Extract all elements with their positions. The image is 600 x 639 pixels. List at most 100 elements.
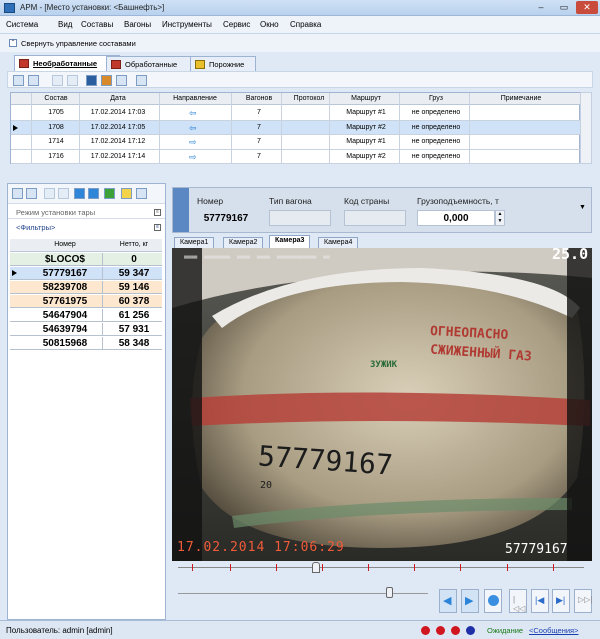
delete-icon[interactable] [58, 188, 69, 199]
tare-mode-row[interactable]: Режим установки тары ≡ [8, 205, 165, 219]
menu-spravka[interactable]: Справка [290, 20, 321, 29]
export-icon[interactable] [136, 188, 147, 199]
maximize-button[interactable]: ▭ [553, 1, 575, 14]
list-item[interactable]: 54639794 57 931 [10, 323, 162, 336]
col-route[interactable]: Маршрут [331, 95, 401, 102]
tab-unprocessed[interactable]: Необработанные [14, 55, 120, 71]
save-icon[interactable] [86, 75, 97, 86]
table-row[interactable]: 1714 17.02.2014 17:12 7 Маршрут #1 не опреде… [11, 135, 581, 150]
tab-camera1[interactable]: Камера1 [174, 237, 215, 248]
wagon-netto: 57 931 [118, 324, 150, 335]
list-icon[interactable] [28, 75, 39, 86]
frame-back-button[interactable]: |◁◁ [509, 589, 527, 613]
menu-instrumenty[interactable]: Инструменты [162, 20, 212, 29]
collapse-row[interactable]: ⌃ Свернуть управление составами [0, 34, 600, 52]
camera-timestamp: 17.02.2014 17:06:29 [177, 540, 345, 555]
grid-divider [469, 93, 470, 164]
delete-icon[interactable] [67, 75, 78, 86]
list-item[interactable]: 57761975 60 378 [10, 295, 162, 308]
col-number[interactable]: Номер [28, 241, 102, 248]
speed-slider[interactable] [386, 587, 393, 598]
timeline-tick [368, 564, 369, 571]
gruz-field[interactable]: 0,000 [417, 210, 495, 226]
tab-processed[interactable]: Обработанные [106, 56, 194, 71]
col-date[interactable]: Дата [83, 95, 153, 102]
menu-sostavy[interactable]: Составы [81, 20, 113, 29]
tab-camera3[interactable]: Камера3 [269, 235, 311, 248]
lightbulb-icon[interactable] [121, 188, 132, 199]
tab-empty-label: Порожние [209, 60, 245, 69]
pin-icon[interactable]: ≡ [154, 224, 161, 231]
checkmark-icon[interactable] [104, 188, 115, 199]
check-icon[interactable] [44, 188, 55, 199]
col-netto[interactable]: Нетто, кг [106, 241, 162, 248]
play-button[interactable] [484, 589, 502, 613]
list-item[interactable]: $LOCO$ 0 [10, 253, 162, 266]
window-icon[interactable] [116, 75, 127, 86]
kod-field[interactable] [344, 210, 406, 226]
prev-button[interactable]: ◀ [439, 589, 457, 613]
table-row[interactable]: 1705 17.02.2014 17:03 7 Маршрут #1 не опреде… [11, 106, 581, 121]
timeline-slider[interactable] [312, 562, 320, 573]
cell-sostav: 1705 [48, 109, 64, 116]
minimize-button[interactable]: – [530, 1, 552, 14]
skip-forward-button[interactable]: ▶| [552, 589, 570, 613]
col-wagons[interactable]: Вагонов [233, 95, 285, 102]
cell-divider [102, 253, 103, 266]
arrow-left-icon: ⇦ [189, 108, 197, 118]
arrow-right-icon: ⇨ [189, 151, 197, 162]
list-item[interactable]: 50815968 58 348 [10, 337, 162, 350]
cell-cargo: не определено [411, 123, 461, 131]
menu-servis[interactable]: Сервис [223, 20, 250, 29]
tab-camera2[interactable]: Камера2 [223, 237, 264, 248]
col-cargo[interactable]: Груз [401, 95, 471, 102]
list-item[interactable]: 57779167 59 347 [10, 267, 162, 280]
col-direction[interactable]: Направление [161, 95, 229, 102]
tab-empty[interactable]: Порожние [190, 56, 256, 71]
col-protocol[interactable]: Протокол [283, 95, 335, 102]
menu-okno[interactable]: Окно [260, 20, 279, 29]
menu-sistema[interactable]: Система [6, 20, 38, 29]
col-note[interactable]: Примечание [471, 95, 571, 102]
gruz-spinner[interactable]: ▲ ▼ [495, 210, 505, 226]
table-row[interactable]: 1708 17.02.2014 17:05 7 Маршрут #2 не опреде… [11, 120, 581, 135]
trains-table: Состав Дата Направление Вагонов Протокол… [10, 92, 581, 164]
next-button[interactable]: ▶ [461, 589, 479, 613]
messages-link[interactable]: <Сообщения> [529, 626, 578, 635]
tools-icon[interactable] [101, 75, 112, 86]
chevron-down-icon[interactable]: ▼ [579, 204, 586, 211]
edit-icon[interactable] [13, 75, 24, 86]
list-item[interactable]: 58239708 59 146 [10, 281, 162, 294]
table-row[interactable]: 1716 17.02.2014 17:14 7 Маршрут #2 не опреде… [11, 150, 581, 164]
arrow-down-icon[interactable] [88, 188, 99, 199]
grid-divider [79, 93, 80, 164]
filters-row[interactable]: <Фильтры> ≡ [8, 220, 165, 235]
menu-vagony[interactable]: Вагоны [124, 20, 151, 29]
wagon-number: 50815968 [42, 338, 88, 349]
menu-bar: Система Вид Составы Вагоны Инструменты С… [0, 16, 600, 34]
menu-vid[interactable]: Вид [58, 20, 72, 29]
check-icon[interactable] [52, 75, 63, 86]
list-icon[interactable] [26, 188, 37, 199]
col-sostav[interactable]: Состав [36, 95, 76, 102]
pin-icon[interactable]: ≡ [154, 209, 161, 216]
grid-divider [231, 93, 232, 164]
list-item[interactable]: 54647904 61 256 [10, 309, 162, 322]
close-button[interactable]: ✕ [576, 1, 598, 14]
trains-scrollbar[interactable] [580, 92, 592, 164]
arrow-up-icon[interactable] [74, 188, 85, 199]
cell-sostav: 1714 [48, 138, 64, 145]
timeline-track [178, 567, 584, 568]
frame-forward-button[interactable]: ▷▷| [574, 589, 592, 613]
tip-label: Тип вагона [269, 196, 312, 206]
camera-view[interactable]: ▬▬ ▬▬▬▬ ▬▬ ▬▬ ▬▬▬▬▬▬ ▬ 25.0 ОГНЕОПАСНО С… [172, 248, 592, 561]
frame-back-icon: |◁◁ [513, 595, 526, 613]
chevron-up-icon[interactable]: ⌃ [9, 39, 17, 47]
tab-camera4[interactable]: Камера4 [318, 237, 359, 248]
tip-field[interactable] [269, 210, 331, 226]
refresh-icon[interactable] [136, 75, 147, 86]
skip-back-button[interactable]: |◀ [531, 589, 549, 613]
nomer-label: Номер [197, 196, 224, 206]
edit-icon[interactable] [12, 188, 23, 199]
camera-top-value: 25.0 [552, 248, 589, 263]
